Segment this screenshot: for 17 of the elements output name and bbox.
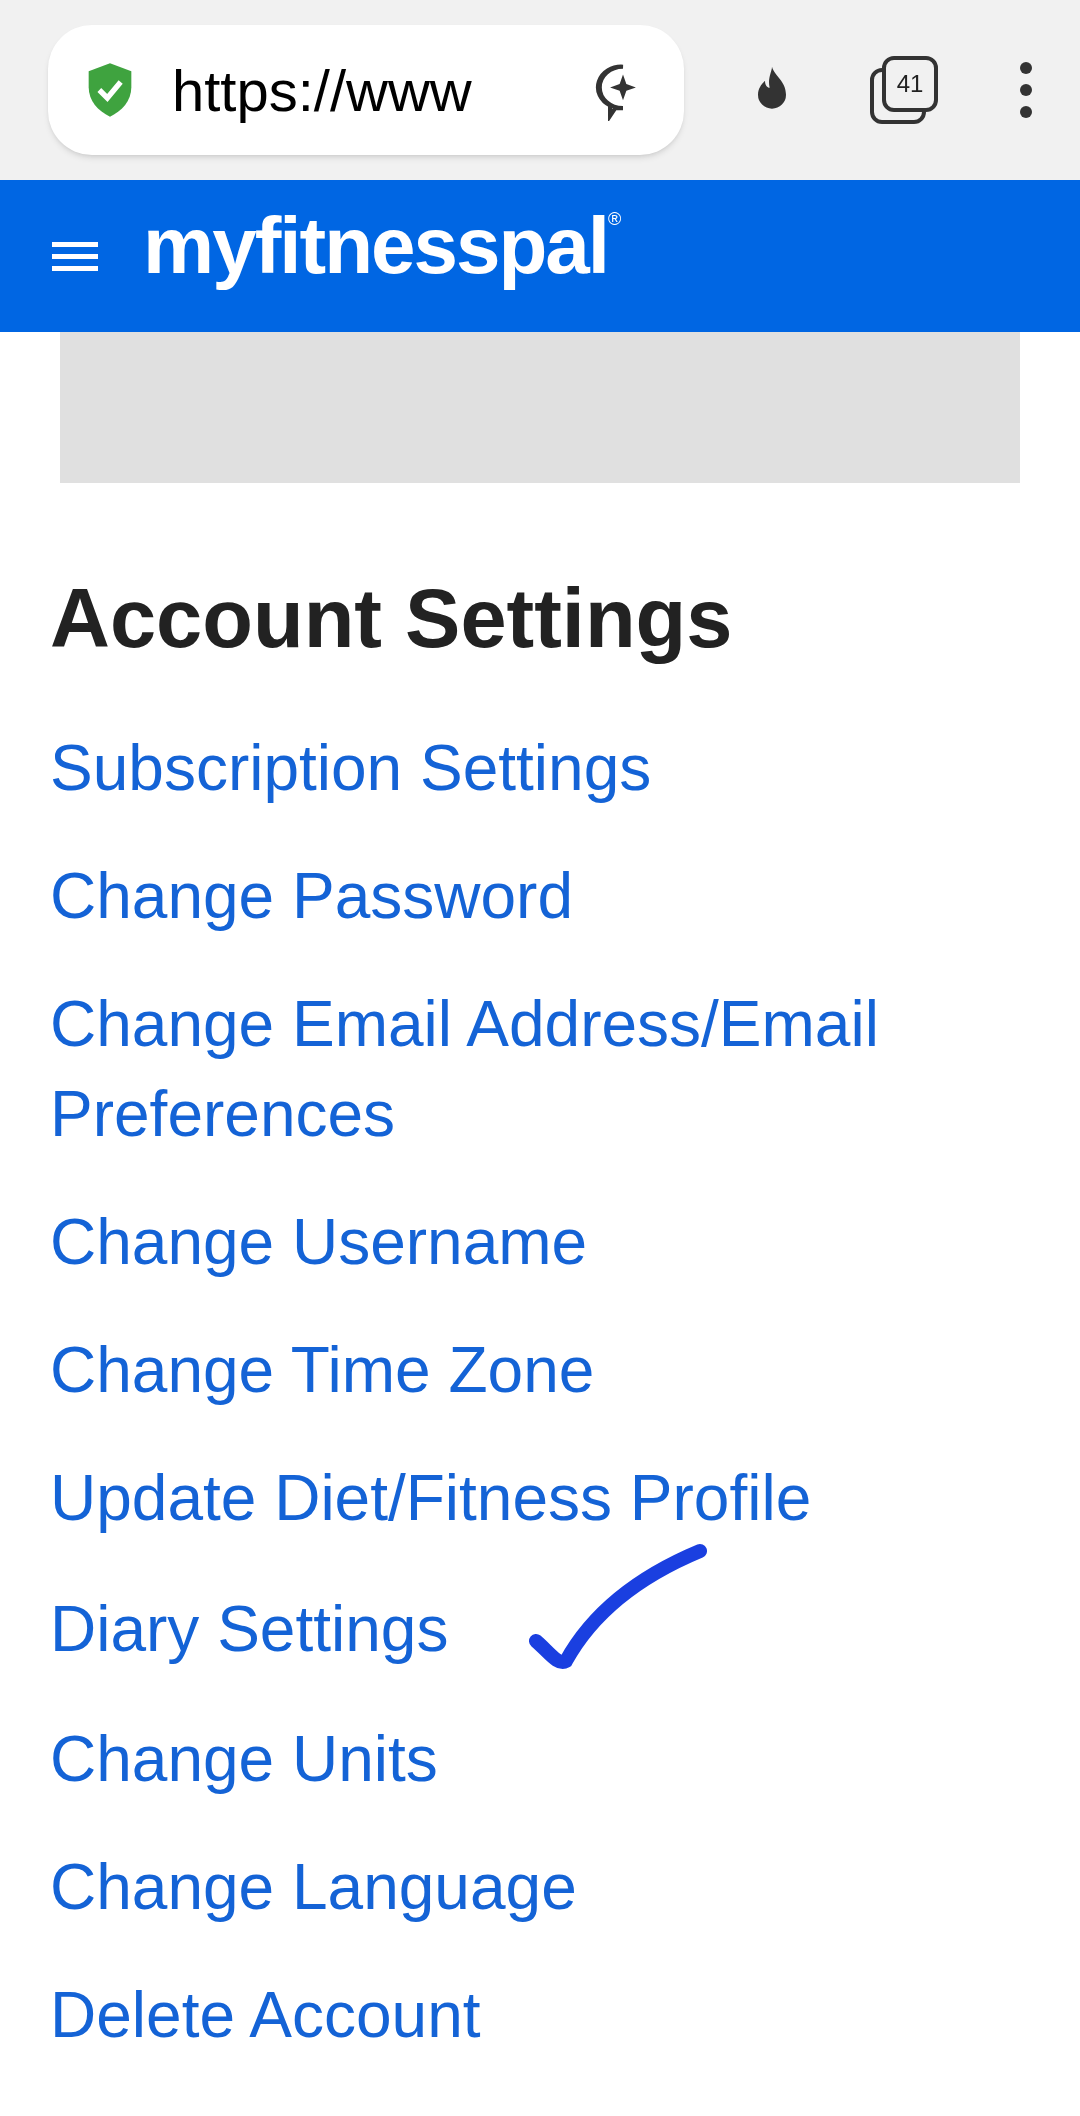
settings-link[interactable]: Change Units bbox=[50, 1714, 438, 1805]
page-title: Account Settings bbox=[50, 573, 734, 665]
settings-link[interactable]: Change Password bbox=[50, 851, 573, 942]
settings-link[interactable]: Delete Account bbox=[50, 1970, 481, 2061]
address-bar[interactable]: https://www bbox=[48, 25, 684, 155]
settings-link[interactable]: Subscription Settings bbox=[50, 723, 652, 814]
settings-link[interactable]: Update Diet/Fitness Profile bbox=[50, 1453, 812, 1544]
settings-link[interactable]: Change Language bbox=[50, 1842, 577, 1933]
registered-mark: ® bbox=[608, 208, 622, 229]
logo-text[interactable]: myfitnesspal bbox=[143, 186, 609, 306]
menu-icon[interactable] bbox=[52, 240, 98, 272]
settings-link[interactable]: Change Username bbox=[50, 1197, 588, 1288]
url-text: https://www bbox=[172, 56, 473, 125]
settings-link[interactable]: Diary Settings bbox=[50, 1583, 449, 1674]
more-options-icon[interactable] bbox=[1018, 60, 1034, 120]
settings-link[interactable]: Change Time Zone bbox=[50, 1325, 595, 1416]
settings-link[interactable]: Change Email Address/Email Preferences bbox=[50, 979, 990, 1160]
